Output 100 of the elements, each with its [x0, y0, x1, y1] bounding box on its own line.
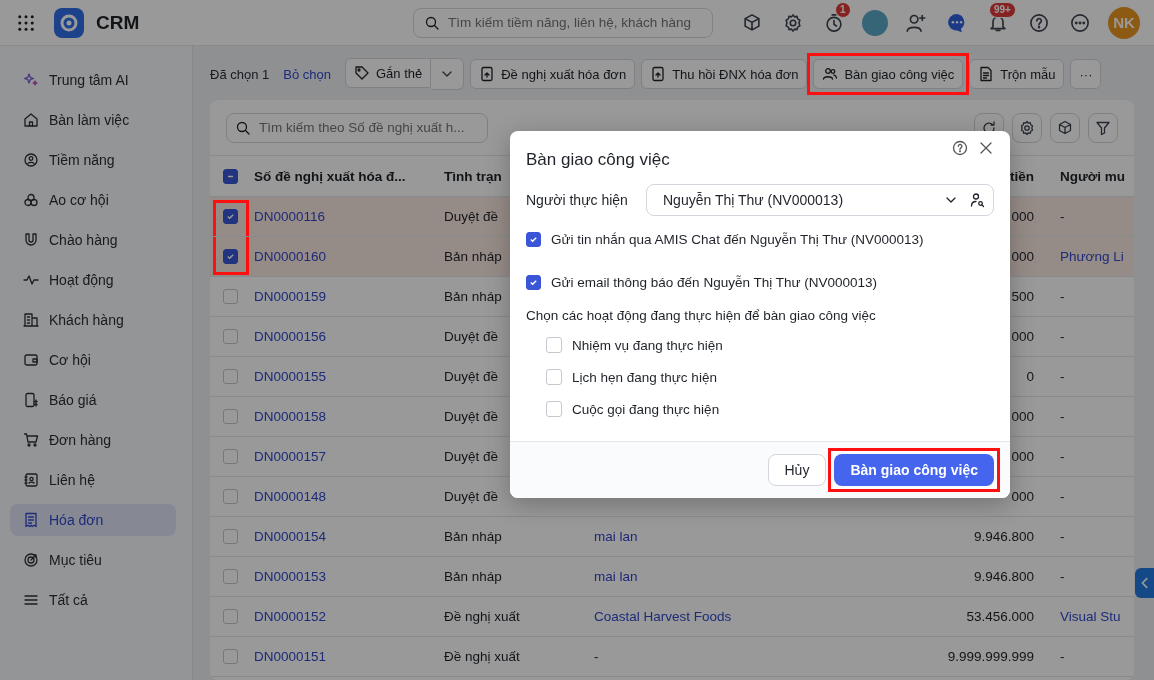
row-checkbox[interactable]: [223, 249, 238, 264]
row-checkbox[interactable]: [223, 289, 238, 304]
checkbox[interactable]: [546, 401, 562, 417]
row-checkbox[interactable]: [223, 569, 238, 584]
sidebar-item[interactable]: Báo giá: [10, 380, 176, 420]
invoice-number-link[interactable]: DN0000157: [254, 449, 327, 464]
contact-book-icon: [23, 472, 39, 488]
selection-count: Đã chọn 1: [210, 66, 270, 82]
column-header[interactable]: Người mu: [1060, 168, 1126, 184]
more-button[interactable]: ···: [1070, 59, 1102, 89]
checkbox[interactable]: [546, 369, 562, 385]
section-label: Chọn các hoạt động đang thực hiện để bàn giao công việc: [526, 308, 877, 323]
cube-button[interactable]: [1050, 112, 1080, 143]
dialog-title: Bàn giao công việc: [526, 150, 670, 170]
circles-icon: [23, 192, 39, 208]
search-field[interactable]: Tìm kiếm tiềm năng, liên hệ, khách hàng: [413, 7, 713, 38]
sidebar-item[interactable]: Cơ hội: [10, 340, 176, 380]
dropdown-button[interactable]: [431, 58, 465, 90]
column-header[interactable]: Số đề nghị xuất hóa đ...: [254, 168, 406, 184]
notification-badge: 99+: [989, 1, 1016, 18]
document-icon: [479, 66, 496, 82]
invoice-number-link[interactable]: DN0000159: [254, 289, 327, 304]
customer-cell[interactable]: mai lan: [594, 529, 638, 544]
document-icon: [978, 66, 995, 82]
row-checkbox[interactable]: [223, 449, 238, 464]
invoice-number-link[interactable]: DN0000151: [254, 649, 327, 664]
amount-cell: 000: [1011, 209, 1034, 224]
toolbar-button[interactable]: Trộn mẫu: [969, 59, 1065, 89]
sidebar-item[interactable]: Liên hệ: [10, 460, 176, 500]
buyer-cell: -: [1060, 489, 1065, 504]
invoice-number-link[interactable]: DN0000154: [254, 529, 327, 544]
sidebar-item[interactable]: Mục tiêu: [10, 540, 176, 580]
status-cell: Duyệt đề: [444, 329, 499, 344]
collapse-tab[interactable]: [1135, 568, 1154, 598]
row-checkbox[interactable]: [223, 529, 238, 544]
home-icon: [23, 112, 39, 128]
invoice-number-link[interactable]: DN0000148: [254, 489, 327, 504]
cart-icon: [23, 432, 39, 448]
deselect-link[interactable]: Bỏ chọn: [283, 66, 331, 82]
sidebar-item[interactable]: Chào hàng: [10, 220, 176, 260]
column-header[interactable]: tiền: [1010, 168, 1034, 184]
check-icon: [529, 278, 538, 287]
invoice-number-link[interactable]: DN0000156: [254, 329, 327, 344]
buyer-cell: -: [1060, 329, 1065, 344]
row-checkbox[interactable]: [223, 489, 238, 504]
checkbox[interactable]: [546, 337, 562, 353]
cancel-button[interactable]: Hủy: [767, 454, 827, 486]
cube-icon: [1057, 119, 1073, 136]
toolbar-button[interactable]: Đề nghị xuất hóa đơn: [470, 59, 636, 89]
check-icon: [226, 212, 235, 221]
status-cell: Duyệt đề: [444, 369, 499, 384]
customer-cell[interactable]: Coastal Harvest Foods: [594, 609, 732, 624]
amount-cell: 53.456.000: [966, 609, 1034, 624]
buyer-cell: -: [1060, 649, 1065, 664]
confirm-button[interactable]: Bàn giao công việc: [834, 454, 994, 486]
invoice-number-link[interactable]: DN0000158: [254, 409, 327, 424]
invoice-number-link[interactable]: DN0000152: [254, 609, 327, 624]
avatar-picture[interactable]: [862, 9, 888, 36]
table-search-field[interactable]: Tìm kiếm theo Số đề nghị xuất h...: [226, 112, 488, 143]
invoice-number-link[interactable]: DN0000116: [254, 209, 326, 224]
sidebar-item[interactable]: Bàn làm việc: [10, 100, 176, 140]
sidebar-item[interactable]: Hoạt động: [10, 260, 176, 300]
status-cell: Duyệt đề: [444, 409, 499, 424]
settings-button[interactable]: [1012, 112, 1042, 143]
more-icon: [1070, 12, 1090, 33]
help-icon: [1029, 12, 1049, 33]
sidebar-item[interactable]: Đơn hàng: [10, 420, 176, 460]
row-checkbox[interactable]: [223, 329, 238, 344]
invoice-number-link[interactable]: DN0000160: [254, 249, 327, 264]
checkbox[interactable]: [526, 275, 541, 290]
invoice-number-link[interactable]: DN0000153: [254, 569, 327, 584]
status-cell: Bản nháp: [444, 529, 502, 544]
settings-icon: [783, 12, 803, 33]
customer-cell[interactable]: mai lan: [594, 569, 638, 584]
status-cell: Bản nháp: [444, 289, 502, 304]
row-checkbox[interactable]: [223, 209, 238, 224]
row-checkbox[interactable]: [223, 609, 238, 624]
user-plus-icon: [906, 12, 926, 33]
sidebar-item[interactable]: Tất cả: [10, 580, 176, 620]
row-checkbox[interactable]: [223, 649, 238, 664]
building-icon: [23, 312, 39, 328]
checkbox[interactable]: [526, 232, 541, 247]
row-checkbox[interactable]: [223, 409, 238, 424]
toolbar-button[interactable]: Thu hồi ĐNX hóa đơn: [641, 59, 808, 89]
checkbox-label: Nhiệm vụ đang thực hiện: [572, 337, 723, 353]
sidebar-item[interactable]: Tiềm năng: [10, 140, 176, 180]
sidebar-item[interactable]: Ao cơ hội: [10, 180, 176, 220]
toolbar-button[interactable]: Gắn thẻ: [344, 58, 432, 88]
select-all-checkbox[interactable]: [223, 168, 238, 184]
toolbar-button[interactable]: Bàn giao công việc: [813, 59, 964, 89]
filter-button[interactable]: [1088, 112, 1118, 143]
invoice-number-link[interactable]: DN0000155: [254, 369, 327, 384]
column-header[interactable]: Tình trạn: [444, 168, 502, 184]
search-icon: [424, 14, 440, 31]
sidebar-item[interactable]: Hóa đơn: [10, 504, 176, 536]
cube-icon: [742, 12, 762, 33]
sidebar-item[interactable]: Khách hàng: [10, 300, 176, 340]
row-checkbox[interactable]: [223, 369, 238, 384]
assignee-select[interactable]: Nguyễn Thị Thư (NV000013): [646, 184, 994, 216]
sidebar-item[interactable]: Trung tâm AI: [10, 60, 176, 100]
